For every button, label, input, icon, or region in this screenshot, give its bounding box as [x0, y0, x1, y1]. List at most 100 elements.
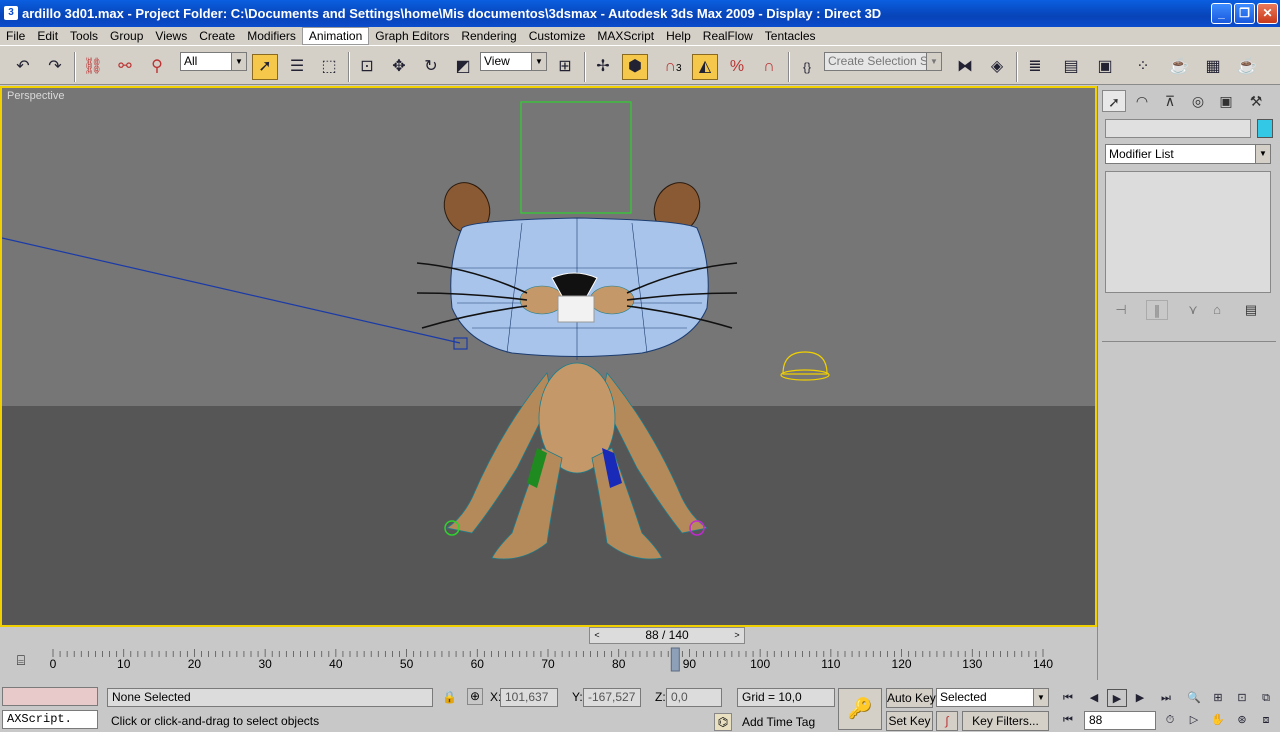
absolute-mode-transform-icon[interactable]: ⊕: [467, 688, 483, 705]
selection-filter-dropdown[interactable]: All ▼: [180, 52, 247, 71]
menu-edit[interactable]: Edit: [31, 27, 64, 45]
key-mode-toggle-icon[interactable]: ⏮: [1058, 711, 1078, 729]
menu-tentacles[interactable]: Tentacles: [759, 27, 822, 45]
zoom-extents-icon[interactable]: ⊡: [1232, 689, 1252, 707]
menu-file[interactable]: File: [0, 27, 31, 45]
z-coordinate-field[interactable]: 0,0: [666, 688, 722, 707]
pivot-center-icon[interactable]: ⊞: [552, 54, 578, 80]
maximize-button[interactable]: ❐: [1234, 3, 1255, 24]
modifier-list-dropdown[interactable]: Modifier List ▼: [1105, 144, 1271, 164]
default-tangent-icon[interactable]: ∫: [936, 711, 958, 731]
zoom-all-icon[interactable]: ⊞: [1208, 689, 1228, 707]
render-setup-icon[interactable]: ☕: [1166, 54, 1192, 80]
hierarchy-tab-icon[interactable]: ⊼: [1158, 90, 1182, 112]
set-key-button[interactable]: Set Key: [886, 711, 933, 731]
app-icon[interactable]: 3: [4, 6, 18, 20]
maxscript-mini-listener[interactable]: AXScript.: [2, 710, 98, 729]
key-mode-dropdown[interactable]: Selected ▼: [936, 688, 1049, 707]
pan-view-icon[interactable]: ✋: [1208, 711, 1228, 729]
modifier-stack[interactable]: [1105, 171, 1271, 293]
y-coordinate-field[interactable]: -167,527: [583, 688, 641, 707]
next-frame-button[interactable]: >: [730, 628, 744, 643]
zoom-icon[interactable]: 🔍: [1184, 689, 1204, 707]
menu-modifiers[interactable]: Modifiers: [241, 27, 302, 45]
maximize-viewport-toggle-icon[interactable]: ⧈: [1256, 711, 1276, 729]
angle-snap-toggle-icon[interactable]: ◭: [692, 54, 718, 80]
menu-rendering[interactable]: Rendering: [455, 27, 522, 45]
select-and-manipulate-icon[interactable]: ✢: [590, 54, 616, 80]
mirror-icon[interactable]: ⧓: [952, 54, 978, 80]
menu-help[interactable]: Help: [660, 27, 697, 45]
edit-named-selection-icon[interactable]: {}: [794, 54, 820, 80]
field-of-view-icon[interactable]: ▷: [1184, 711, 1204, 729]
time-tag-icon[interactable]: ⌬: [714, 713, 732, 731]
previous-frame-icon[interactable]: ◀: [1084, 689, 1104, 707]
unlink-selection-icon[interactable]: ⚯: [112, 54, 138, 80]
select-by-name-icon[interactable]: ☰: [284, 54, 310, 80]
named-selection-dropdown[interactable]: Create Selection Set ▼: [824, 52, 942, 71]
rendered-frame-window-icon[interactable]: ▦: [1200, 54, 1226, 80]
schematic-view-icon[interactable]: ▣: [1092, 54, 1118, 80]
auto-key-button[interactable]: Auto Key: [886, 688, 936, 708]
rectangular-selection-icon[interactable]: ⬚: [316, 54, 342, 80]
curve-editor-icon[interactable]: ▤: [1058, 54, 1084, 80]
layer-manager-icon[interactable]: ≣: [1022, 54, 1048, 80]
current-frame-field[interactable]: 88: [1084, 711, 1156, 730]
select-and-move-icon[interactable]: ✥: [386, 54, 412, 80]
scene-geometry[interactable]: [2, 88, 1095, 625]
snaps-toggle-icon[interactable]: ∩3: [660, 54, 686, 80]
quick-render-icon[interactable]: ☕: [1234, 54, 1260, 80]
motion-tab-icon[interactable]: ◎: [1186, 90, 1210, 112]
lock-selection-icon[interactable]: 🔒: [442, 688, 457, 707]
play-icon[interactable]: ▶: [1107, 689, 1127, 707]
menu-customize[interactable]: Customize: [523, 27, 592, 45]
zoom-extents-all-icon[interactable]: ⧉: [1256, 689, 1276, 707]
menu-group[interactable]: Group: [104, 27, 149, 45]
camera-target-icon[interactable]: [453, 337, 468, 350]
show-end-result-icon[interactable]: ∥: [1146, 300, 1168, 320]
previous-frame-button[interactable]: <: [590, 628, 604, 643]
time-slider[interactable]: < 88 / 140 >: [0, 627, 1097, 645]
keyboard-shortcut-override-icon[interactable]: ⬢: [622, 54, 648, 80]
modify-tab-icon[interactable]: ◠: [1130, 90, 1154, 112]
go-to-start-icon[interactable]: ⏮: [1058, 689, 1078, 707]
display-tab-icon[interactable]: ▣: [1214, 90, 1238, 112]
next-frame-icon[interactable]: ▶: [1130, 689, 1150, 707]
select-object-icon[interactable]: ➚: [252, 54, 278, 80]
redo-icon[interactable]: ↷: [42, 54, 68, 80]
bind-to-space-warp-icon[interactable]: ⚲: [144, 54, 170, 80]
time-slider-value[interactable]: 88 / 140: [604, 628, 730, 643]
add-time-tag[interactable]: Add Time Tag: [742, 713, 815, 732]
close-button[interactable]: ✕: [1257, 3, 1278, 24]
helper-box[interactable]: [520, 101, 632, 214]
undo-icon[interactable]: ↶: [10, 54, 36, 80]
percent-snap-toggle-icon[interactable]: %: [724, 54, 750, 80]
object-color-swatch[interactable]: [1257, 119, 1273, 138]
perspective-viewport[interactable]: Perspective: [0, 86, 1097, 627]
menu-create[interactable]: Create: [193, 27, 241, 45]
select-and-scale-icon[interactable]: ◩: [450, 54, 476, 80]
time-configuration-icon[interactable]: ⏱: [1160, 711, 1180, 729]
menu-maxscript[interactable]: MAXScript: [591, 27, 660, 45]
maxscript-mini-listener-top[interactable]: [2, 687, 98, 706]
go-to-end-icon[interactable]: ⏭: [1156, 689, 1176, 707]
current-frame-marker[interactable]: [670, 647, 680, 672]
select-and-link-icon[interactable]: ⛓: [80, 54, 106, 80]
x-coordinate-field[interactable]: 101,637: [500, 688, 558, 707]
remove-modifier-icon[interactable]: ⌂: [1206, 300, 1228, 320]
create-tab-icon[interactable]: ➚: [1102, 90, 1126, 112]
orbit-icon[interactable]: ⊛: [1232, 711, 1252, 729]
pin-stack-icon[interactable]: ⊣: [1110, 300, 1132, 320]
spinner-snap-toggle-icon[interactable]: ∩: [756, 54, 782, 80]
menu-tools[interactable]: Tools: [64, 27, 104, 45]
menu-animation[interactable]: Animation: [301, 27, 370, 45]
select-and-rotate-icon[interactable]: ↻: [418, 54, 444, 80]
menu-views[interactable]: Views: [149, 27, 193, 45]
object-name-field[interactable]: [1105, 119, 1251, 138]
material-editor-icon[interactable]: ⁘: [1130, 54, 1156, 80]
make-unique-icon[interactable]: ⋎: [1182, 300, 1204, 320]
set-keys-key-icon[interactable]: 🔑: [838, 688, 882, 730]
utilities-tab-icon[interactable]: ⚒: [1244, 90, 1268, 112]
menu-graph-editors[interactable]: Graph Editors: [369, 27, 455, 45]
configure-modifier-sets-icon[interactable]: ▤: [1240, 300, 1262, 320]
